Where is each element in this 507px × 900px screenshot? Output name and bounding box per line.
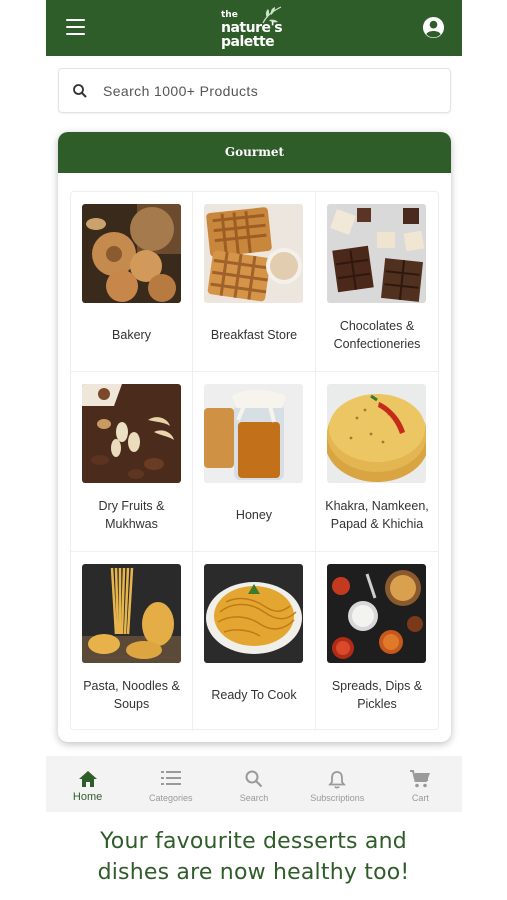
honey-image [204,384,303,483]
nav-label: Home [72,791,103,803]
category-label: Bakery [112,328,151,342]
category-label: Dry Fruits & Mukhwas [98,499,165,531]
category-khakra[interactable]: Khakra, Namkeen, Papad & Khichia [316,372,438,552]
cart-icon [410,770,431,788]
bakery-image [82,204,181,303]
logo-text-line-1: the [221,10,238,20]
ready-to-cook-image [204,564,303,663]
bottom-navigation: Home Categories Search Subscriptions Car… [46,756,462,812]
category-label: Breakfast Store [210,328,298,342]
category-pasta[interactable]: Pasta, Noodles & Soups [71,552,193,731]
category-label: Spreads, Dips & Pickles [331,679,423,711]
nav-label: Subscriptions [310,793,365,803]
search-bar[interactable] [58,68,451,113]
pasta-image [82,564,181,663]
dry-fruits-image [82,384,181,483]
spreads-image [327,564,426,663]
account-circle-icon[interactable] [422,16,445,39]
promo-tagline: Your favourite desserts and dishes are n… [97,829,410,885]
list-icon [160,771,181,785]
nav-subscriptions[interactable]: Subscriptions [296,756,379,812]
category-grid: Bakery Breakfast Store Chocolates & Conf… [70,191,439,731]
category-bakery[interactable]: Bakery [71,192,193,372]
home-icon [78,771,97,787]
khakra-image [327,384,426,483]
nav-label: Cart [411,793,429,803]
nav-search[interactable]: Search [212,756,295,812]
search-icon [73,84,87,98]
category-honey[interactable]: Honey [193,372,316,552]
logo-text-line-2: nature's [221,20,283,36]
gourmet-card: Gourmet Bakery Breakfast Store Chocolate… [58,132,451,742]
category-dry-fruits[interactable]: Dry Fruits & Mukhwas [71,372,193,552]
nav-categories[interactable]: Categories [129,756,212,812]
search-input[interactable] [103,80,433,102]
category-chocolates[interactable]: Chocolates & Confectioneries [316,192,438,372]
category-spreads[interactable]: Spreads, Dips & Pickles [316,552,438,731]
nav-home[interactable]: Home [46,756,129,812]
bell-icon [328,771,347,789]
category-label: Honey [235,508,273,522]
section-title: Gourmet [58,132,451,173]
hamburger-menu-icon[interactable] [66,19,85,35]
breakfast-image [204,204,303,303]
brand-logo[interactable]: the nature's palette [219,5,291,51]
search-icon [245,770,263,788]
category-breakfast-store[interactable]: Breakfast Store [193,192,316,372]
category-label: Chocolates & Confectioneries [333,319,421,351]
logo-text-line-3: palette [221,34,275,50]
category-label: Khakra, Namkeen, Papad & Khichia [325,499,429,531]
top-app-bar: the nature's palette [46,0,462,56]
category-label: Ready To Cook [211,688,297,702]
chocolates-image [327,204,426,303]
app-screen: the nature's palette Gourmet [46,0,462,812]
category-ready-to-cook[interactable]: Ready To Cook [193,552,316,731]
category-label: Pasta, Noodles & Soups [83,679,180,711]
nav-label: Search [239,793,269,803]
nav-label: Categories [149,793,193,803]
nav-cart[interactable]: Cart [379,756,462,812]
